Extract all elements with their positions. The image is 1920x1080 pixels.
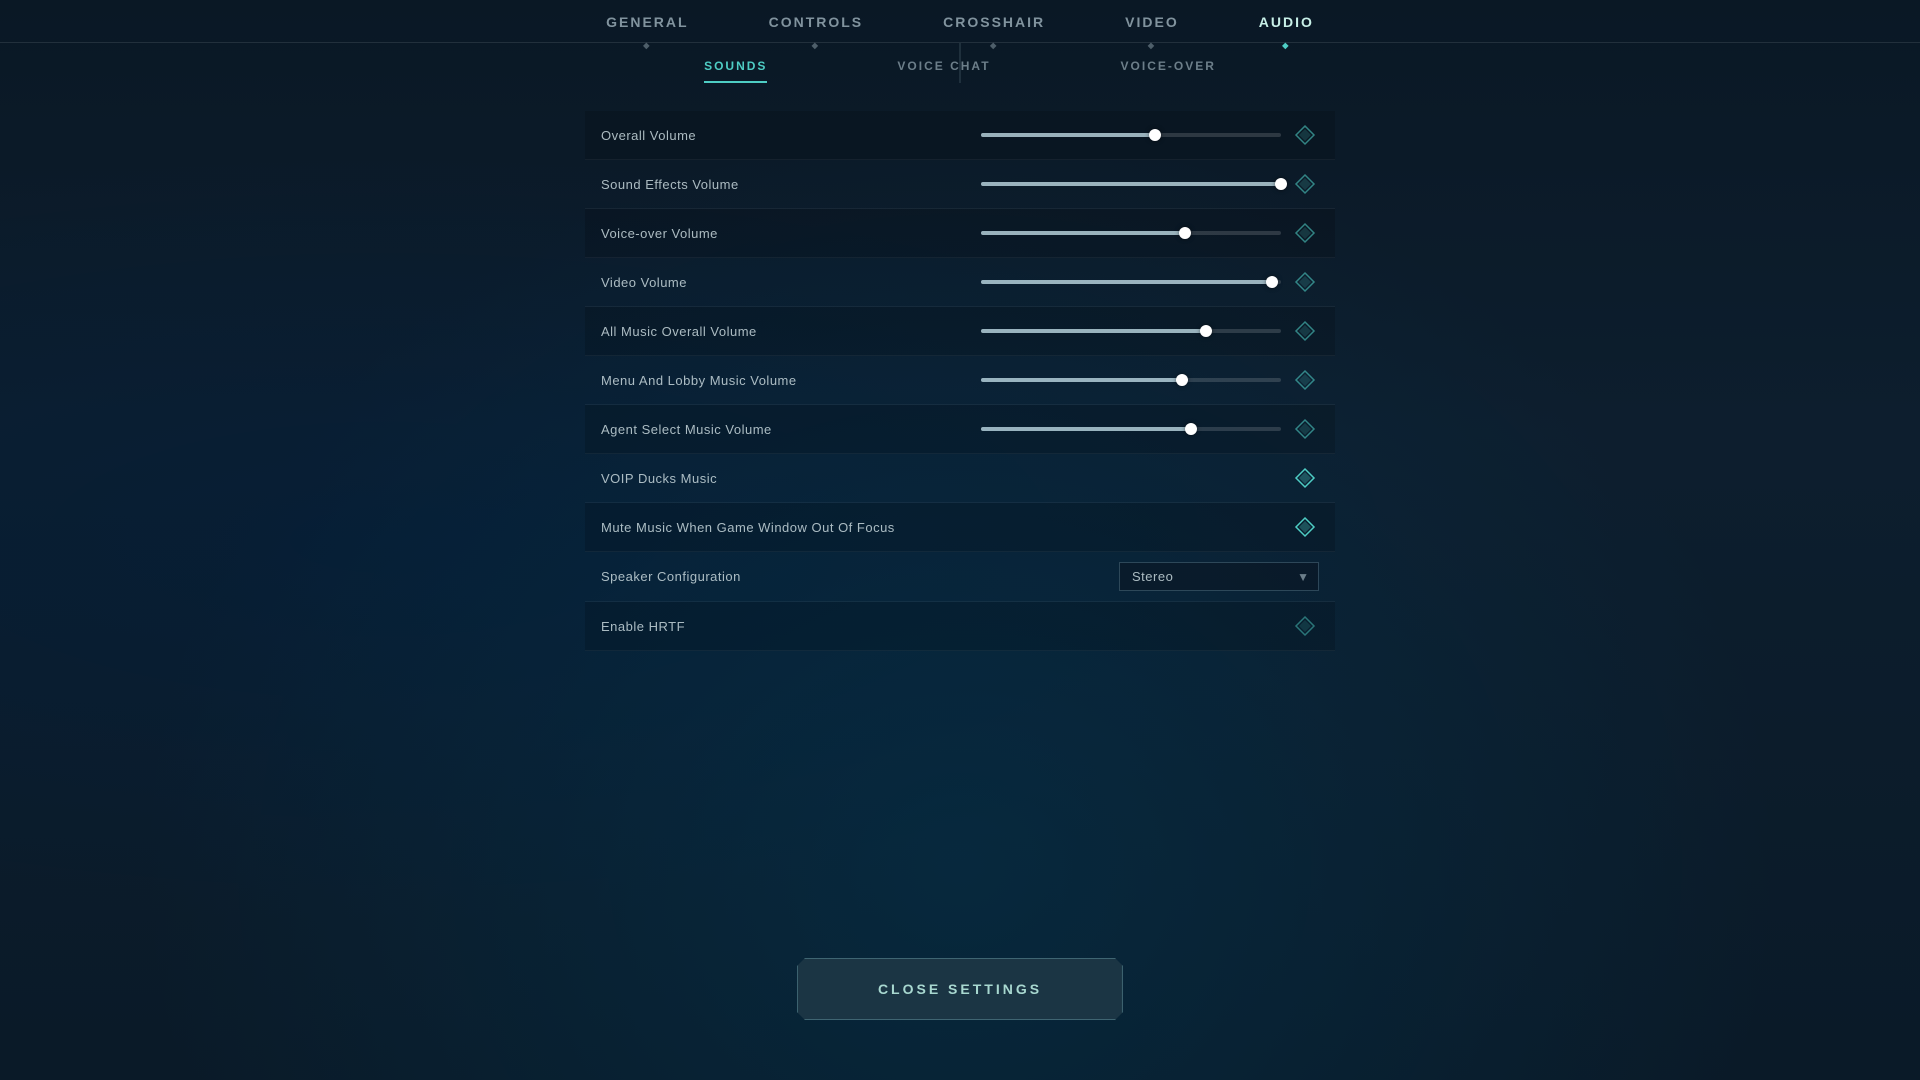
reset-button-overall-volume[interactable] [1291, 121, 1319, 149]
slider-track-all-music-overall-volume[interactable] [981, 329, 1281, 333]
sub-tab-voice-over[interactable]: VOICE-OVER [1121, 59, 1216, 83]
sub-tab-voice-chat[interactable]: VOICE CHAT [897, 59, 990, 83]
setting-label-sound-effects-volume: Sound Effects Volume [601, 177, 851, 192]
content-area: Overall Volume Sound Effects Volume Voic… [0, 91, 1920, 651]
setting-label-enable-hrtf: Enable HRTF [601, 619, 851, 634]
slider-container-voice-over-volume [851, 219, 1319, 247]
slider-track-video-volume[interactable] [981, 280, 1281, 284]
close-settings-button[interactable]: CLOSE SETTINGS [797, 958, 1123, 1020]
setting-control-overall-volume [851, 121, 1319, 149]
setting-label-voip-ducks-music: VOIP Ducks Music [601, 471, 851, 486]
slider-thumb-menu-lobby-music-volume[interactable] [1176, 374, 1188, 386]
reset-button-agent-select-music-volume[interactable] [1291, 415, 1319, 443]
slider-container-all-music-overall-volume [851, 317, 1319, 345]
slider-fill-voice-over-volume [981, 231, 1185, 235]
slider-container-sound-effects-volume [851, 170, 1319, 198]
sub-nav: SOUNDS VOICE CHAT VOICE-OVER [0, 43, 1920, 91]
toggle-enable-hrtf[interactable] [1291, 612, 1319, 640]
setting-control-voice-over-volume [851, 219, 1319, 247]
setting-row-voice-over-volume: Voice-over Volume [585, 209, 1335, 258]
setting-control-sound-effects-volume [851, 170, 1319, 198]
dropdown-speaker-configuration[interactable]: StereoMonoSurround 5.1Surround 7.1 [1119, 562, 1319, 591]
setting-row-sound-effects-volume: Sound Effects Volume [585, 160, 1335, 209]
slider-track-menu-lobby-music-volume[interactable] [981, 378, 1281, 382]
nav-tab-video[interactable]: VIDEO [1125, 14, 1179, 42]
slider-thumb-agent-select-music-volume[interactable] [1185, 423, 1197, 435]
setting-label-menu-lobby-music-volume: Menu And Lobby Music Volume [601, 373, 851, 388]
top-nav: GENERAL CONTROLS CROSSHAIR VIDEO AUDIO [0, 0, 1920, 43]
setting-control-voip-ducks-music [851, 464, 1319, 492]
setting-row-overall-volume: Overall Volume [585, 111, 1335, 160]
reset-button-menu-lobby-music-volume[interactable] [1291, 366, 1319, 394]
setting-control-agent-select-music-volume [851, 415, 1319, 443]
setting-label-all-music-overall-volume: All Music Overall Volume [601, 324, 851, 339]
slider-fill-menu-lobby-music-volume [981, 378, 1182, 382]
setting-row-speaker-configuration: Speaker Configuration StereoMonoSurround … [585, 552, 1335, 602]
slider-fill-sound-effects-volume [981, 182, 1281, 186]
slider-fill-overall-volume [981, 133, 1155, 137]
slider-thumb-sound-effects-volume[interactable] [1275, 178, 1287, 190]
setting-row-all-music-overall-volume: All Music Overall Volume [585, 307, 1335, 356]
slider-track-overall-volume[interactable] [981, 133, 1281, 137]
setting-label-agent-select-music-volume: Agent Select Music Volume [601, 422, 851, 437]
slider-container-overall-volume [851, 121, 1319, 149]
dropdown-wrapper-speaker-configuration: StereoMonoSurround 5.1Surround 7.1▼ [1119, 562, 1319, 591]
nav-connector [960, 43, 961, 83]
toggle-voip-ducks-music[interactable] [1291, 464, 1319, 492]
reset-button-all-music-overall-volume[interactable] [1291, 317, 1319, 345]
slider-track-voice-over-volume[interactable] [981, 231, 1281, 235]
slider-container-menu-lobby-music-volume [851, 366, 1319, 394]
nav-tab-audio[interactable]: AUDIO [1259, 14, 1314, 42]
setting-row-video-volume: Video Volume [585, 258, 1335, 307]
setting-control-mute-music-game-window [895, 513, 1319, 541]
slider-fill-agent-select-music-volume [981, 427, 1191, 431]
slider-thumb-all-music-overall-volume[interactable] [1200, 325, 1212, 337]
setting-label-speaker-configuration: Speaker Configuration [601, 569, 851, 584]
slider-thumb-video-volume[interactable] [1266, 276, 1278, 288]
setting-label-video-volume: Video Volume [601, 275, 851, 290]
close-button-wrapper: CLOSE SETTINGS [797, 958, 1123, 1020]
setting-control-menu-lobby-music-volume [851, 366, 1319, 394]
setting-row-mute-music-game-window: Mute Music When Game Window Out Of Focus [585, 503, 1335, 552]
slider-container-video-volume [851, 268, 1319, 296]
setting-label-mute-music-game-window: Mute Music When Game Window Out Of Focus [601, 520, 895, 535]
slider-container-agent-select-music-volume [851, 415, 1319, 443]
reset-button-video-volume[interactable] [1291, 268, 1319, 296]
setting-row-agent-select-music-volume: Agent Select Music Volume [585, 405, 1335, 454]
slider-thumb-voice-over-volume[interactable] [1179, 227, 1191, 239]
setting-row-menu-lobby-music-volume: Menu And Lobby Music Volume [585, 356, 1335, 405]
slider-track-agent-select-music-volume[interactable] [981, 427, 1281, 431]
nav-tab-general[interactable]: GENERAL [606, 14, 688, 42]
setting-label-voice-over-volume: Voice-over Volume [601, 226, 851, 241]
setting-control-video-volume [851, 268, 1319, 296]
nav-tab-crosshair[interactable]: CROSSHAIR [943, 14, 1045, 42]
setting-row-voip-ducks-music: VOIP Ducks Music [585, 454, 1335, 503]
reset-button-sound-effects-volume[interactable] [1291, 170, 1319, 198]
slider-fill-all-music-overall-volume [981, 329, 1206, 333]
sub-tab-sounds[interactable]: SOUNDS [704, 59, 767, 83]
settings-panel: Overall Volume Sound Effects Volume Voic… [585, 111, 1335, 651]
setting-row-enable-hrtf: Enable HRTF [585, 602, 1335, 651]
setting-label-overall-volume: Overall Volume [601, 128, 851, 143]
nav-tab-controls[interactable]: CONTROLS [769, 14, 864, 42]
slider-track-sound-effects-volume[interactable] [981, 182, 1281, 186]
toggle-mute-music-game-window[interactable] [1291, 513, 1319, 541]
slider-fill-video-volume [981, 280, 1272, 284]
setting-control-all-music-overall-volume [851, 317, 1319, 345]
setting-control-enable-hrtf [851, 612, 1319, 640]
reset-button-voice-over-volume[interactable] [1291, 219, 1319, 247]
setting-control-speaker-configuration: StereoMonoSurround 5.1Surround 7.1▼ [851, 562, 1319, 591]
slider-thumb-overall-volume[interactable] [1149, 129, 1161, 141]
